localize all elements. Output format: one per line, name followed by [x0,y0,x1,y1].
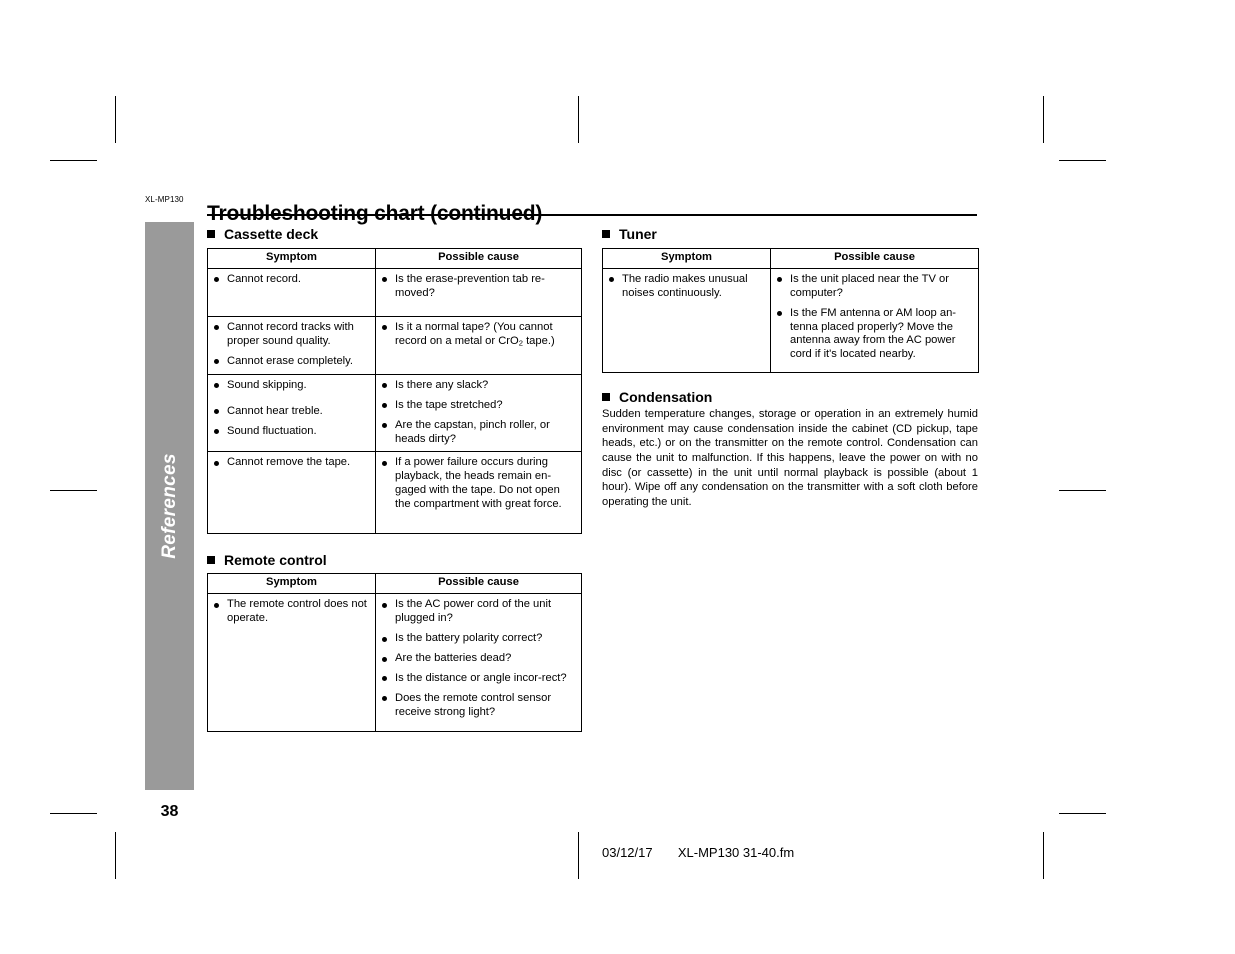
table-header-row: Symptom Possible cause [207,573,582,595]
cell-possible-cause: Is the erase-prevention tab re-moved? [375,267,582,317]
crop-mark-top-center-vertical [578,96,579,143]
footer-filename: XL-MP130 31-40.fm [677,845,795,860]
crop-mark-top-left-horizontal [50,160,97,161]
table-row: Cannot remove the tape. If a power failu… [207,451,582,535]
cell-symptom: The remote control does not operate. [207,593,376,733]
section-heading-cassette-deck: Cassette deck [207,226,581,242]
crop-mark-top-right-vertical [1043,96,1044,143]
list-item: Is the unit placed near the TV or comput… [776,273,973,301]
section-heading-label: Remote control [224,552,327,569]
column-header-possible-cause: Possible cause [770,248,979,269]
crop-mark-mid-right-horizontal [1059,490,1106,491]
cell-possible-cause: Is there any slack? Is the tape stretche… [375,373,582,453]
table-row: The remote control does not operate. Is … [207,593,582,733]
column-header-possible-cause: Possible cause [375,573,582,595]
list-item: Are the capstan, pinch roller, or heads … [381,419,576,447]
model-label: XL-MP130 [145,195,184,204]
footer: 03/12/17 XL-MP130 31-40.fm [602,845,794,860]
list-item: Cannot erase completely. [213,355,370,369]
section-tab-label: References [158,453,180,559]
section-heading-remote-control: Remote control [207,552,581,568]
list-item: The remote control does not operate. [213,598,370,626]
list-item: The radio makes unusual noises continuou… [608,273,765,301]
cell-possible-cause: Is the unit placed near the TV or comput… [770,267,979,373]
crop-mark-bottom-center-vertical [578,832,579,879]
cell-symptom: Cannot record. [207,267,376,317]
cell-symptom: Cannot record tracks with proper sound q… [207,315,376,375]
cell-possible-cause: Is the AC power cord of the unit plugged… [375,593,582,733]
crop-mark-top-right-horizontal [1059,160,1106,161]
table-header-row: Symptom Possible cause [207,248,582,269]
list-item: Sound fluctuation. [213,425,370,439]
list-item: Is the AC power cord of the unit plugged… [381,598,576,626]
list-item: Is the battery polarity correct? [381,632,576,646]
list-item: Cannot record tracks with proper sound q… [213,321,370,349]
list-item: Sound skipping. [213,379,370,393]
section-heading-label: Cassette deck [224,226,319,242]
square-bullet-icon [602,230,610,238]
section-heading-label: Tuner [619,226,657,242]
page-number: 38 [160,803,179,820]
table-row: Sound skipping. Cannot hear treble. Soun… [207,373,582,453]
condensation-body-text: Sudden temperature changes, storage or o… [602,407,978,508]
table-row: Cannot record. Is the erase-prevention t… [207,267,582,317]
column-header-symptom: Symptom [602,248,771,269]
list-item: Are the batteries dead? [381,652,576,666]
crop-mark-bottom-left-horizontal [50,813,97,814]
title-rule [207,214,977,216]
list-item: If a power failure occurs during playbac… [381,456,576,512]
cell-symptom: Sound skipping. Cannot hear treble. Soun… [207,373,376,453]
list-item: Is there any slack? [381,379,576,393]
column-header-symptom: Symptom [207,573,376,595]
column-header-symptom: Symptom [207,248,376,269]
list-item: Is the FM antenna or AM loop an-tenna pl… [776,307,973,363]
square-bullet-icon [207,556,215,565]
footer-date: 03/12/17 [602,845,653,860]
list-item: Is it a normal tape? (You cannot record … [381,321,576,349]
cell-possible-cause: If a power failure occurs during playbac… [375,451,582,535]
list-item: Is the erase-prevention tab re-moved? [381,273,576,301]
table-header-row: Symptom Possible cause [602,248,979,269]
left-column: Cassette deck Symptom Possible cause Can… [207,226,582,733]
table-tuner: Symptom Possible cause The radio makes u… [602,248,979,373]
list-item: Cannot remove the tape. [213,456,370,470]
section-heading-tuner: Tuner [602,226,978,242]
crop-mark-bottom-left-vertical [115,832,116,879]
list-item: Is the tape stretched? [381,399,576,413]
cell-symptom: Cannot remove the tape. [207,451,376,535]
crop-mark-bottom-right-vertical [1043,832,1044,879]
cell-symptom: The radio makes unusual noises continuou… [602,267,771,373]
table-cassette-deck: Symptom Possible cause Cannot record. Is… [207,248,582,535]
crop-mark-mid-left-horizontal [50,490,97,491]
table-row: Cannot record tracks with proper sound q… [207,315,582,375]
cell-possible-cause: Is it a normal tape? (You cannot record … [375,315,582,375]
list-item: Cannot hear treble. [213,405,370,419]
crop-mark-bottom-right-horizontal [1059,813,1106,814]
right-column: Tuner Symptom Possible cause The radio m… [602,226,979,510]
list-item: Cannot record. [213,273,370,287]
list-item: Is the distance or angle incor-rect? [381,672,576,686]
list-item: Does the remote control sensor receive s… [381,692,576,720]
table-row: The radio makes unusual noises continuou… [602,267,979,373]
square-bullet-icon [602,392,610,401]
crop-mark-top-left-vertical [115,96,116,143]
square-bullet-icon [207,230,215,238]
column-header-possible-cause: Possible cause [375,248,582,269]
table-remote-control: Symptom Possible cause The remote contro… [207,573,582,733]
section-heading-condensation: Condensation [602,389,978,405]
section-heading-label: Condensation [619,388,713,405]
section-tab-references: References [145,222,194,790]
